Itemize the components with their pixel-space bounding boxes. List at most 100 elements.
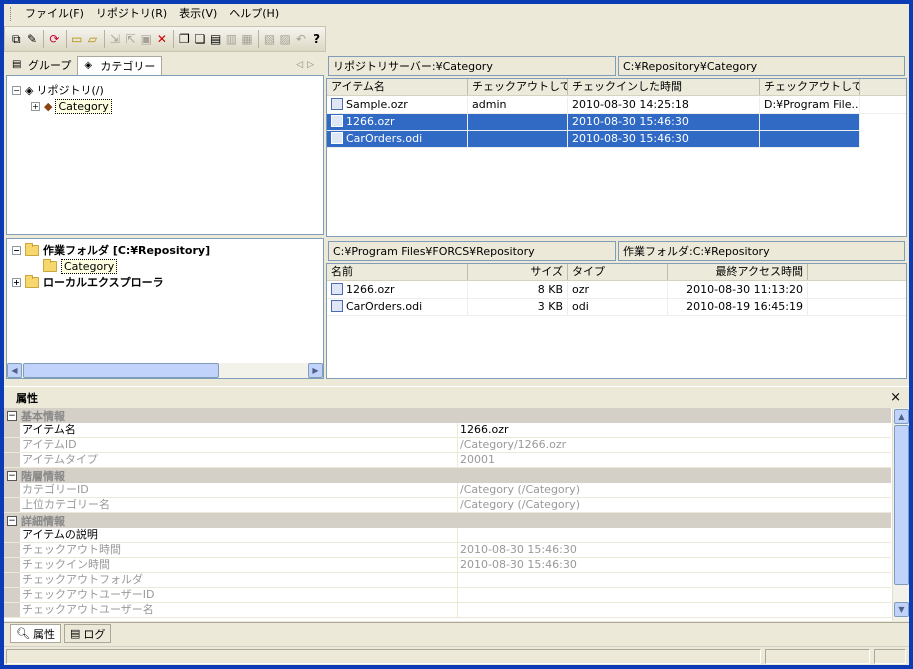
- file-name: 1266.ozr: [346, 283, 395, 296]
- property-row[interactable]: アイテムID/Category/1266.ozr: [4, 438, 891, 453]
- scroll-thumb[interactable]: [894, 425, 909, 585]
- column-header[interactable]: タイプ: [568, 264, 668, 280]
- collapse-icon[interactable]: −: [7, 470, 17, 481]
- property-row[interactable]: チェックアウトユーザー名: [4, 603, 891, 618]
- tab-scroll-arrows[interactable]: ◁▷: [296, 60, 324, 70]
- menu-view[interactable]: 表示(V): [173, 5, 223, 23]
- scroll-up-icon[interactable]: ▲: [894, 409, 909, 424]
- tree-node-label: 作業フォルダ [C:¥Repository]: [43, 244, 211, 257]
- collapse-icon[interactable]: −: [12, 245, 21, 255]
- vertical-scrollbar[interactable]: ▲ ▼: [892, 408, 909, 621]
- tree-node-repository-root[interactable]: − ◈ リポジトリ(/): [12, 82, 104, 98]
- property-key: チェックアウトユーザーID: [20, 588, 458, 602]
- property-value: [458, 603, 891, 617]
- expand-icon[interactable]: +: [12, 277, 21, 287]
- scroll-right-icon[interactable]: ▶: [308, 363, 323, 378]
- table-row[interactable]: CarOrders.odi 2010-08-30 15:46:30: [327, 131, 860, 148]
- table-row[interactable]: CarOrders.odi 3 KB odi 2010-08-19 16:45:…: [327, 299, 906, 316]
- toolbar-separator: [65, 30, 67, 48]
- file-icon: [331, 98, 343, 110]
- undo-icon[interactable]: ↶: [294, 29, 309, 50]
- repository-item-list: アイテム名 チェックアウトして... チェックインした時間 チェックアウトして.…: [326, 78, 907, 237]
- column-header[interactable]: チェックアウトして...: [760, 79, 860, 95]
- collapse-icon[interactable]: −: [7, 410, 17, 421]
- checkin-icon[interactable]: ⇱: [123, 29, 138, 50]
- menu-grip[interactable]: [10, 7, 13, 21]
- cell-name: 1266.ozr: [327, 114, 468, 130]
- property-row[interactable]: チェックアウトユーザーID: [4, 588, 891, 603]
- property-category[interactable]: − 詳細情報: [4, 513, 891, 528]
- menu-repository[interactable]: リポジトリ(R): [90, 5, 173, 23]
- delete-icon[interactable]: ✕: [155, 29, 170, 50]
- property-row[interactable]: アイテムの説明: [4, 528, 891, 543]
- tab-log[interactable]: ▤ ログ: [63, 624, 112, 643]
- history-icon[interactable]: ▧: [262, 29, 277, 50]
- copy-item-icon[interactable]: ❐: [177, 29, 192, 50]
- tree-node-working-folder[interactable]: − 作業フォルダ [C:¥Repository]: [12, 242, 210, 258]
- tab-category[interactable]: ◈ カテゴリー: [77, 55, 163, 75]
- expand-icon[interactable]: +: [31, 101, 40, 111]
- scroll-left-icon[interactable]: ◀: [7, 363, 22, 378]
- cell-type: odi: [568, 299, 668, 315]
- column-header[interactable]: 最終アクセス時間: [668, 264, 808, 280]
- column-header[interactable]: チェックアウトして...: [468, 79, 568, 95]
- property-row[interactable]: チェックイン時間 2010-08-30 15:46:30: [4, 558, 891, 573]
- collapse-icon[interactable]: −: [7, 515, 17, 526]
- property-row[interactable]: カテゴリーID/Category (/Category): [4, 483, 891, 498]
- scroll-down-icon[interactable]: ▼: [894, 602, 909, 617]
- properties-icon[interactable]: ▤: [208, 29, 223, 50]
- lock-icon[interactable]: ▣: [139, 29, 154, 50]
- property-key: チェックアウトユーザー名: [20, 603, 458, 617]
- refresh-icon[interactable]: ⟳: [47, 29, 62, 50]
- property-category[interactable]: − 階層情報: [4, 468, 891, 483]
- menu-help[interactable]: ヘルプ(H): [223, 5, 285, 23]
- property-value: [458, 528, 891, 542]
- list-header: 名前 サイズ タイプ 最終アクセス時間: [327, 264, 906, 281]
- close-icon[interactable]: ×: [890, 390, 901, 405]
- open-folder-icon[interactable]: ▱: [85, 29, 100, 50]
- edit-icon[interactable]: ✎: [25, 29, 40, 50]
- menu-file[interactable]: ファイル(F): [19, 5, 90, 23]
- tree-node-category[interactable]: + ◆ Category: [31, 98, 112, 114]
- property-row[interactable]: アイテムタイプ 20001: [4, 453, 891, 468]
- main-window: ファイル(F) リポジトリ(R) 表示(V) ヘルプ(H) ⧉ ✎ ⟳ ▭ ▱ …: [4, 4, 909, 665]
- move-item-icon[interactable]: ❏: [193, 29, 208, 50]
- tab-properties[interactable]: 🔍︎ 属性: [10, 624, 61, 643]
- column-header[interactable]: チェックインした時間: [568, 79, 760, 95]
- table-row[interactable]: Sample.ozr admin 2010-08-30 14:25:18 D:¥…: [327, 97, 906, 114]
- compare-icon[interactable]: ▨: [278, 29, 293, 50]
- status-panel-grip[interactable]: [874, 649, 906, 664]
- checkout-icon[interactable]: ⇲: [108, 29, 123, 50]
- tab-group[interactable]: ▤ グループ: [6, 56, 77, 75]
- tree-node-working-category[interactable]: Category: [43, 258, 118, 274]
- import-icon[interactable]: ▦: [240, 29, 255, 50]
- property-category[interactable]: − 基本情報: [4, 408, 891, 423]
- properties-panel-header: 属性 ×: [4, 386, 909, 408]
- magnifier-icon: 🔍︎: [16, 627, 30, 640]
- table-row[interactable]: 1266.ozr 2010-08-30 15:46:30: [327, 114, 860, 131]
- column-header[interactable]: サイズ: [468, 264, 568, 280]
- property-row[interactable]: チェックアウトフォルダ: [4, 573, 891, 588]
- copy-icon[interactable]: ⧉: [9, 29, 24, 50]
- table-row[interactable]: 1266.ozr 8 KB ozr 2010-08-30 11:13:20: [327, 282, 906, 299]
- help-icon[interactable]: ?: [309, 29, 324, 50]
- collapse-icon[interactable]: −: [12, 85, 21, 95]
- export-icon[interactable]: ▥: [224, 29, 239, 50]
- tree-node-label: Category: [61, 258, 118, 274]
- property-row[interactable]: 上位カテゴリー名/Category (/Category): [4, 498, 891, 513]
- tree-node-local-explorer[interactable]: + ローカルエクスプローラ: [12, 274, 164, 290]
- category-label: 基本情報: [21, 409, 65, 423]
- property-row[interactable]: チェックアウト時間 2010-08-30 15:46:30: [4, 543, 891, 558]
- horizontal-scrollbar[interactable]: ◀ ▶: [7, 363, 323, 378]
- cell-name: CarOrders.odi: [327, 299, 468, 315]
- new-folder-icon[interactable]: ▭: [69, 29, 84, 50]
- column-header[interactable]: 名前: [327, 264, 468, 280]
- scroll-track[interactable]: [219, 363, 308, 378]
- category-node-icon: ◆: [44, 99, 53, 113]
- column-header[interactable]: アイテム名: [327, 79, 468, 95]
- cell-checkin-time: 2010-08-30 15:46:30: [568, 131, 760, 147]
- scroll-thumb[interactable]: [23, 363, 219, 378]
- file-name: Sample.ozr: [346, 98, 408, 111]
- cell-checkin-time: 2010-08-30 14:25:18: [568, 97, 760, 113]
- property-row[interactable]: アイテム名 1266.ozr: [4, 423, 891, 438]
